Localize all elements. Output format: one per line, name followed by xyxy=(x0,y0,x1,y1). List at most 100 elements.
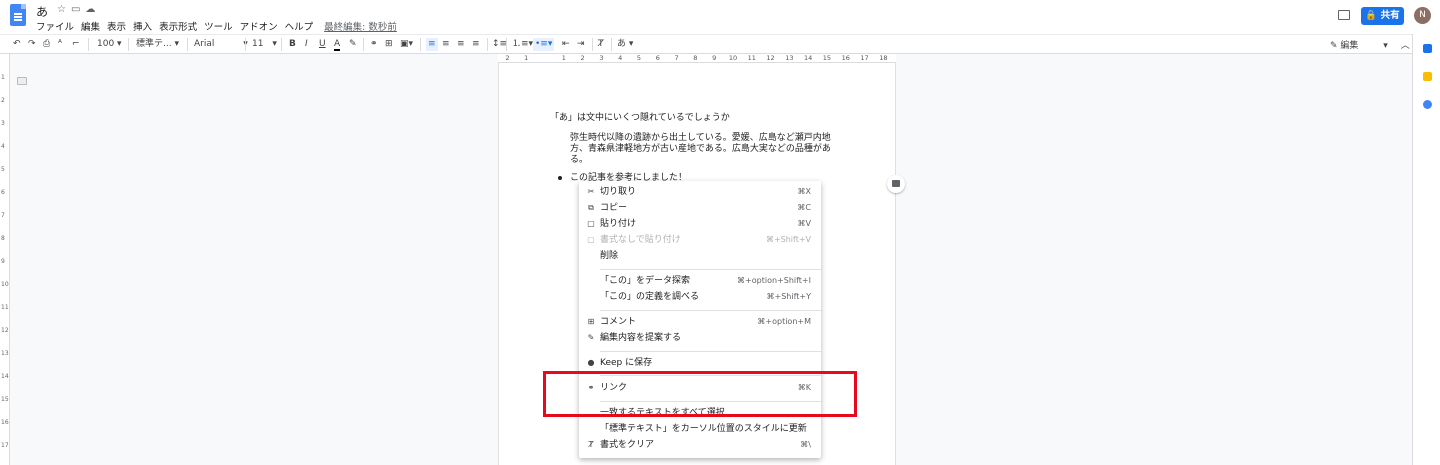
edit-mode-select[interactable]: ✎ 編集 ▾ ︿ xyxy=(1330,38,1410,51)
last-edit-link[interactable]: 最終編集: 数秒前 xyxy=(324,19,397,33)
menu-item-shortcut: ⌘+option+M xyxy=(757,317,811,326)
menu-addons[interactable]: アドオン xyxy=(240,19,278,33)
keep-icon[interactable] xyxy=(1423,72,1432,81)
menu-item-label: コメント xyxy=(600,317,637,327)
line-spacing-icon[interactable]: ↕≡ xyxy=(492,38,507,51)
redo-icon[interactable]: ↷ xyxy=(28,38,36,51)
add-comment-float-icon[interactable] xyxy=(887,175,905,193)
avatar[interactable]: N xyxy=(1414,7,1431,24)
menu-item-shortcut: ⌘+Shift+Y xyxy=(766,292,811,301)
align-center-icon[interactable]: ≡ xyxy=(442,38,450,51)
paint-format-icon[interactable]: ⌐ xyxy=(72,38,80,51)
vertical-ruler[interactable]: 1 2 3 4 5 6 7 8 9 10 11 12 13 14 15 16 1… xyxy=(0,54,10,465)
v-tick: 8 xyxy=(1,235,5,242)
side-panel xyxy=(1412,34,1440,465)
horizontal-ruler[interactable]: 2 1 1 2 3 4 5 6 7 8 9 10 11 12 13 14 15 … xyxy=(498,54,896,63)
comments-icon[interactable] xyxy=(1338,10,1350,20)
menu-item-label: 「標準テキスト」をカーソル位置のスタイルに更新 xyxy=(600,424,807,434)
menu-item-keep[interactable]: ● Keep に保存 xyxy=(579,355,821,371)
highlight-annotation-box xyxy=(543,371,857,417)
menu-item-suggest[interactable]: ✎ 編集内容を提案する xyxy=(579,330,821,346)
calendar-icon[interactable] xyxy=(1423,44,1432,53)
menu-divider xyxy=(600,351,821,352)
style-select[interactable]: 標準テ... ▾ xyxy=(136,38,179,51)
input-tools-select[interactable]: あ ▾ xyxy=(617,38,633,51)
menu-item-label: Keep に保存 xyxy=(600,358,653,368)
menu-file[interactable]: ファイル xyxy=(36,19,74,33)
copy-icon: ⧉ xyxy=(588,203,594,212)
h-tick: 11 xyxy=(747,54,756,62)
print-icon[interactable]: ⎙ xyxy=(43,38,50,51)
font-size-value: 11 xyxy=(252,39,264,49)
menu-item-label: 「この」をデータ探索 xyxy=(600,276,691,286)
menu-item-update-style[interactable]: 「標準テキスト」をカーソル位置のスタイルに更新 xyxy=(579,421,821,437)
document-title[interactable]: あ xyxy=(36,3,48,20)
zoom-select[interactable]: 100 ▾ xyxy=(97,38,122,51)
menu-item-label: 削除 xyxy=(600,251,619,261)
v-tick: 1 xyxy=(1,74,5,81)
document-outline-icon[interactable] xyxy=(17,77,27,85)
share-button[interactable]: 🔒 共有 xyxy=(1361,7,1404,25)
undo-icon[interactable]: ↶ xyxy=(13,38,21,51)
align-left-icon[interactable]: ≡ xyxy=(426,38,438,51)
h-tick: 13 xyxy=(785,54,794,62)
justify-icon[interactable]: ≡ xyxy=(472,38,480,51)
v-tick: 17 xyxy=(1,442,9,449)
text-color-button[interactable]: A xyxy=(334,38,341,51)
menu-insert[interactable]: 挿入 xyxy=(133,19,152,33)
font-size-select[interactable]: 11 ▾ xyxy=(252,38,277,51)
insert-image-icon[interactable]: ▣▾ xyxy=(400,38,413,51)
decrease-indent-icon[interactable]: ⇤ xyxy=(562,38,570,51)
h-tick: 16 xyxy=(841,54,850,62)
menu-item-shortcut: ⌘C xyxy=(797,203,811,212)
cloud-status-icon[interactable]: ☁ xyxy=(85,4,95,15)
menu-tools[interactable]: ツール xyxy=(204,19,233,33)
top-bar: あ ☆ ▭ ☁ ファイル 編集 表示 挿入 表示形式 ツール アドオン ヘルプ … xyxy=(0,0,1440,34)
align-right-icon[interactable]: ≡ xyxy=(457,38,465,51)
increase-indent-icon[interactable]: ⇥ xyxy=(577,38,585,51)
menu-item-explore[interactable]: 「この」をデータ探索 ⌘+option+Shift+I xyxy=(579,273,821,289)
star-icon[interactable]: ☆ xyxy=(57,4,66,15)
menu-format[interactable]: 表示形式 xyxy=(159,19,197,33)
menu-item-clear-format[interactable]: Ⱦ 書式をクリア ⌘\ xyxy=(579,437,821,453)
menu-item-paste[interactable]: ▢ 貼り付け ⌘V xyxy=(579,216,821,232)
zoom-value: 100 xyxy=(97,39,115,49)
menu-view[interactable]: 表示 xyxy=(107,19,126,33)
h-tick: 10 xyxy=(728,54,738,62)
spellcheck-icon[interactable]: ᴬ xyxy=(58,38,62,51)
bulleted-list-icon[interactable]: •≡▾ xyxy=(533,38,555,51)
menu-item-label: 書式をクリア xyxy=(600,440,655,450)
menu-help[interactable]: ヘルプ xyxy=(285,19,314,33)
font-select[interactable]: Arial ▾ xyxy=(194,38,248,51)
title-icons: ☆ ▭ ☁ xyxy=(57,4,95,15)
clear-format-icon[interactable]: Ⱦ xyxy=(598,38,604,51)
h-tick xyxy=(536,54,555,62)
bold-button[interactable]: B xyxy=(289,38,296,51)
v-tick: 3 xyxy=(1,120,5,127)
h-tick: 1 xyxy=(561,54,566,62)
v-tick: 6 xyxy=(1,189,5,196)
menu-item-delete[interactable]: 削除 xyxy=(579,248,821,264)
highlight-icon[interactable]: ✎ xyxy=(349,38,357,51)
h-tick: 12 xyxy=(766,54,775,62)
add-comment-icon[interactable]: ⊞ xyxy=(385,38,393,51)
menu-item-comment[interactable]: ⊞ コメント ⌘+option+M xyxy=(579,314,821,330)
h-tick: 3 xyxy=(599,54,604,62)
tasks-icon[interactable] xyxy=(1423,100,1432,109)
italic-button[interactable]: I xyxy=(305,38,308,51)
h-tick: 7 xyxy=(674,54,679,62)
move-folder-icon[interactable]: ▭ xyxy=(71,4,80,15)
v-tick: 12 xyxy=(1,327,9,334)
menu-item-cut[interactable]: ✂ 切り取り ⌘X xyxy=(579,184,821,200)
keep-bulb-icon: ● xyxy=(587,358,595,367)
menu-edit[interactable]: 編集 xyxy=(81,19,100,33)
menu-item-copy[interactable]: ⧉ コピー ⌘C xyxy=(579,200,821,216)
menu-item-shortcut: ⌘V xyxy=(797,219,811,228)
numbered-list-icon[interactable]: ⒈≡▾ xyxy=(512,38,533,51)
docs-logo-icon[interactable] xyxy=(10,4,26,26)
menu-item-shortcut: ⌘X xyxy=(797,187,811,196)
menu-item-define[interactable]: 「この」の定義を調べる ⌘+Shift+Y xyxy=(579,289,821,305)
h-tick: 5 xyxy=(636,54,642,62)
link-icon[interactable]: ⚭ xyxy=(370,38,378,51)
underline-button[interactable]: U xyxy=(319,38,326,51)
